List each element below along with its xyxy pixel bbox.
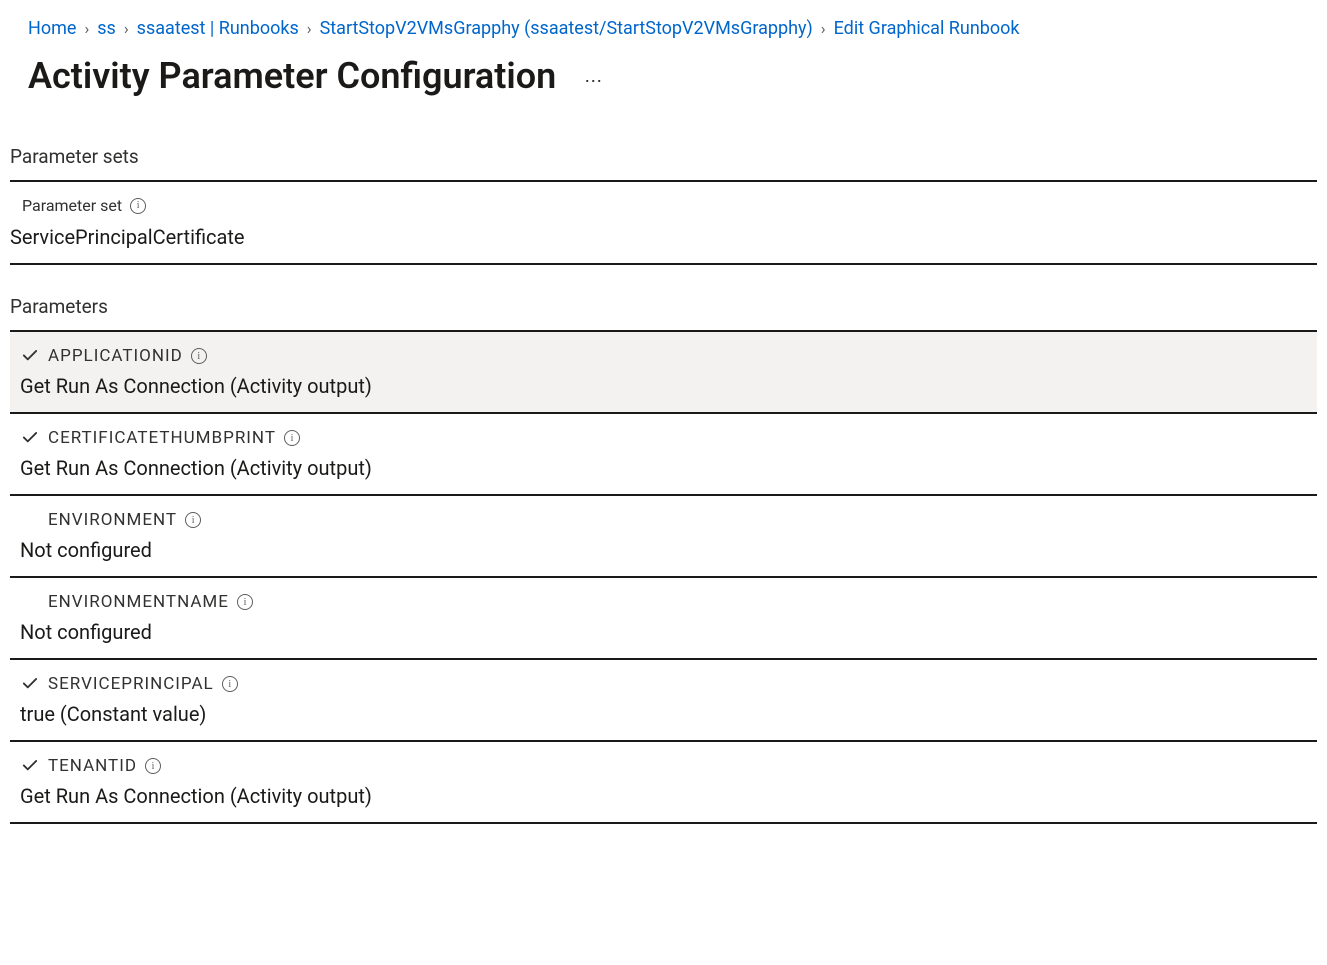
parameter-name: APPLICATIONID xyxy=(48,346,183,366)
parameter-name: SERVICEPRINCIPAL xyxy=(48,674,214,694)
breadcrumb-link-runbooks[interactable]: ssaatest | Runbooks xyxy=(137,18,299,39)
parameter-sets-header: Parameter sets xyxy=(10,145,1317,182)
parameter-value: Not configured xyxy=(10,612,1317,644)
chevron-right-icon: › xyxy=(813,19,834,38)
more-actions-icon[interactable]: ⋯ xyxy=(584,61,604,92)
checkmark-icon xyxy=(20,347,40,365)
parameter-value: Get Run As Connection (Activity output) xyxy=(10,776,1317,808)
chevron-right-icon: › xyxy=(76,19,97,38)
page-title: Activity Parameter Configuration xyxy=(28,55,556,97)
parameter-value: Get Run As Connection (Activity output) xyxy=(10,366,1317,398)
breadcrumb-link-runbook[interactable]: StartStopV2VMsGrapphy (ssaatest/StartSto… xyxy=(320,18,813,39)
info-icon[interactable]: i xyxy=(222,676,238,692)
breadcrumb: Home › ss › ssaatest | Runbooks › StartS… xyxy=(28,18,1317,39)
parameter-row-environmentname[interactable]: ENVIRONMENTNAME i Not configured xyxy=(10,578,1317,660)
parameter-name: CERTIFICATETHUMBPRINT xyxy=(48,428,276,448)
parameter-row-certificatethumbprint[interactable]: CERTIFICATETHUMBPRINT i Get Run As Connect… xyxy=(10,414,1317,496)
parameter-set-value: ServicePrincipalCertificate xyxy=(10,217,1317,265)
parameter-value: true (Constant value) xyxy=(10,694,1317,726)
info-icon[interactable]: i xyxy=(237,594,253,610)
breadcrumb-link-edit[interactable]: Edit Graphical Runbook xyxy=(834,18,1020,39)
parameter-row-applicationid[interactable]: APPLICATIONID i Get Run As Connection (Act… xyxy=(10,332,1317,414)
checkmark-icon xyxy=(20,675,40,693)
parameter-row-tenantid[interactable]: TENANTID i Get Run As Connection (Activity… xyxy=(10,742,1317,824)
breadcrumb-link-ss[interactable]: ss xyxy=(97,18,116,39)
info-icon[interactable]: i xyxy=(185,512,201,528)
parameter-row-environment[interactable]: ENVIRONMENT i Not configured xyxy=(10,496,1317,578)
parameter-value: Not configured xyxy=(10,530,1317,562)
parameter-set-row[interactable]: Parameter set i ServicePrincipalCertific… xyxy=(22,182,1317,265)
breadcrumb-link-home[interactable]: Home xyxy=(28,18,76,39)
page-title-row: Activity Parameter Configuration ⋯ xyxy=(28,55,1317,97)
parameter-set-label: Parameter set xyxy=(22,196,122,215)
checkmark-icon xyxy=(20,757,40,775)
info-icon[interactable]: i xyxy=(284,430,300,446)
parameter-row-serviceprincipal[interactable]: SERVICEPRINCIPAL i true (Constant value) xyxy=(10,660,1317,742)
parameter-name: ENVIRONMENTNAME xyxy=(48,592,229,612)
checkmark-icon xyxy=(20,429,40,447)
chevron-right-icon: › xyxy=(299,19,320,38)
parameter-value: Get Run As Connection (Activity output) xyxy=(10,448,1317,480)
info-icon[interactable]: i xyxy=(145,758,161,774)
parameters-header: Parameters xyxy=(10,295,1317,332)
info-icon[interactable]: i xyxy=(130,198,146,214)
parameter-name: ENVIRONMENT xyxy=(48,510,177,530)
info-icon[interactable]: i xyxy=(191,348,207,364)
chevron-right-icon: › xyxy=(116,19,137,38)
parameter-name: TENANTID xyxy=(48,756,137,776)
